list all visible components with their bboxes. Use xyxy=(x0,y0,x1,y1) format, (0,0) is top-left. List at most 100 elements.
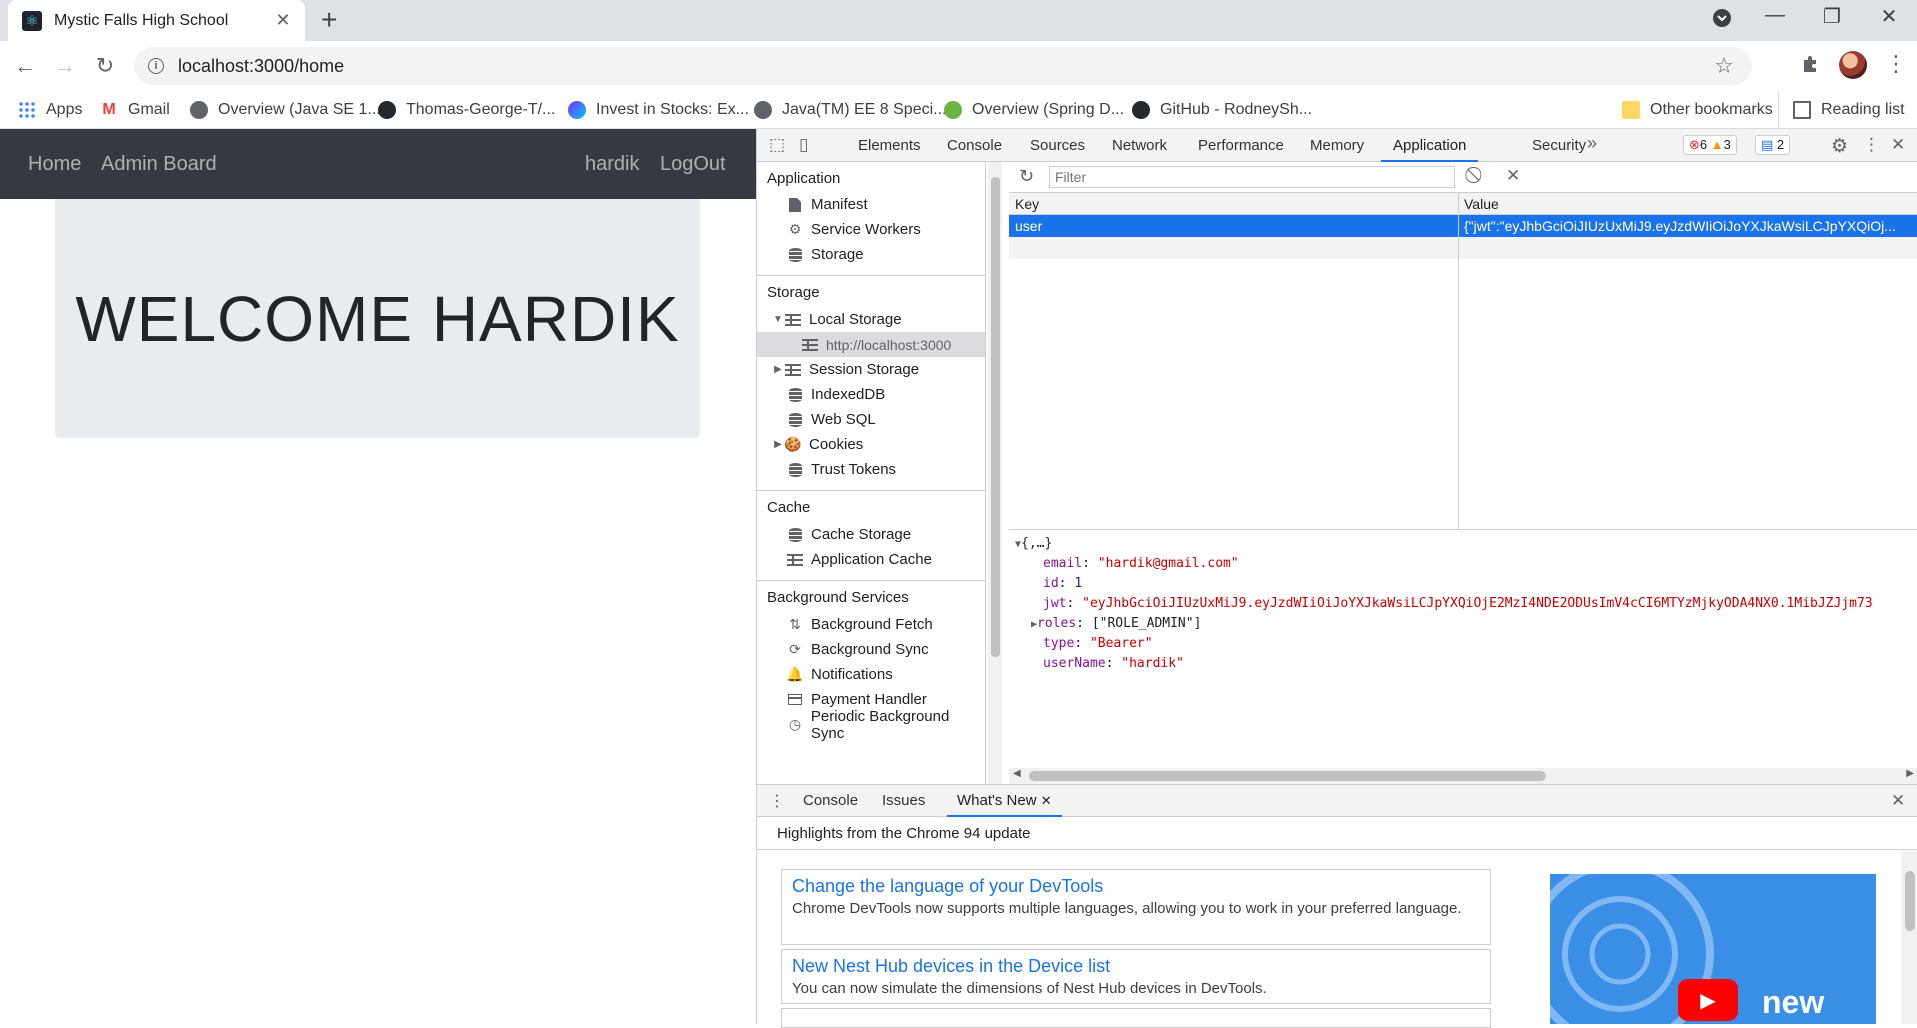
tab-elements[interactable]: Elements xyxy=(858,129,921,162)
video-label: new xyxy=(1762,984,1825,1020)
drawer-tab-whats-new[interactable]: What's New ✕ xyxy=(947,785,1062,817)
sidebar-item-session-storage[interactable]: ▶ Session Storage xyxy=(757,357,985,382)
issues-counter-badge[interactable]: ⊗6 ▲3 xyxy=(1683,135,1737,155)
close-window-button[interactable]: ✕ xyxy=(1869,4,1909,29)
key-column-header[interactable]: Key xyxy=(1015,196,1039,212)
prop-key: jwt xyxy=(1043,596,1067,611)
horizontal-scrollbar[interactable]: ◀ ▶ xyxy=(1009,768,1917,784)
other-bookmarks[interactable]: Other bookmarks xyxy=(1622,91,1773,129)
youtube-play-icon[interactable]: ▶ xyxy=(1678,979,1738,1021)
tab-search-icon[interactable] xyxy=(1702,8,1742,34)
tab-memory[interactable]: Memory xyxy=(1310,129,1364,162)
bookmark-star-icon[interactable]: ☆ xyxy=(1714,53,1734,79)
drawer-tab-issues[interactable]: Issues xyxy=(882,785,925,817)
whats-new-card-partial[interactable] xyxy=(781,1008,1491,1028)
drawer-tab-label: What's New xyxy=(957,792,1037,809)
sidebar-item-storage[interactable]: Storage xyxy=(757,242,985,267)
scrollbar-thumb[interactable] xyxy=(1029,771,1546,781)
scrollbar-thumb[interactable] xyxy=(1905,871,1915,931)
minimize-button[interactable]: — xyxy=(1755,4,1795,27)
sidebar-item-periodic-background-sync[interactable]: ◷ Periodic Background Sync xyxy=(757,708,985,742)
filter-input[interactable] xyxy=(1049,166,1455,188)
card-title[interactable]: New Nest Hub devices in the Device list xyxy=(792,956,1480,977)
bookmark-java-se[interactable]: Overview (Java SE 1... xyxy=(190,91,381,129)
chrome-menu-icon[interactable]: ⋮ xyxy=(1885,51,1907,77)
sidebar-scrollbar[interactable] xyxy=(988,162,1002,784)
more-tabs-chevron-icon[interactable]: » xyxy=(1587,133,1597,154)
nav-user-link[interactable]: hardik xyxy=(585,153,639,176)
whats-new-card[interactable]: Change the language of your DevTools Chr… xyxy=(781,869,1491,945)
reload-button[interactable]: ↻ xyxy=(90,51,120,81)
scroll-left-arrow-icon[interactable]: ◀ xyxy=(1013,768,1021,779)
bookmark-thomas-george[interactable]: Thomas-George-T/... xyxy=(378,91,555,129)
site-info-icon[interactable]: i xyxy=(148,58,164,74)
tab-close-icon[interactable]: ✕ xyxy=(273,10,293,31)
tab-application[interactable]: Application xyxy=(1381,129,1479,162)
tab-security[interactable]: Security xyxy=(1532,129,1586,162)
tab-performance[interactable]: Performance xyxy=(1198,129,1284,162)
scroll-right-arrow-icon[interactable]: ▶ xyxy=(1906,768,1914,779)
refresh-icon[interactable]: ↻ xyxy=(1019,166,1034,187)
inspect-element-icon[interactable]: ⬚ xyxy=(769,135,785,155)
sidebar-item-cookies[interactable]: ▶ 🍪 Cookies xyxy=(757,432,985,457)
delete-selected-icon[interactable]: ✕ xyxy=(1506,166,1520,186)
reading-list[interactable]: Reading list xyxy=(1778,91,1905,129)
drawer-tab-console[interactable]: Console xyxy=(803,785,858,817)
close-tab-icon[interactable]: ✕ xyxy=(1041,793,1052,808)
whats-new-video-thumbnail[interactable]: ▶ new xyxy=(1550,874,1876,1024)
extensions-puzzle-icon[interactable] xyxy=(1800,53,1822,81)
sidebar-item-background-fetch[interactable]: ⇅ Background Fetch xyxy=(757,612,985,637)
sidebar-item-manifest[interactable]: Manifest xyxy=(757,192,985,217)
table-row[interactable]: user {"jwt":"eyJhbGciOiJIUzUxMiJ9.eyJzdW… xyxy=(1009,215,1917,237)
address-bar[interactable]: i localhost:3000/home ☆ xyxy=(134,47,1752,85)
sidebar-item-trust-tokens[interactable]: Trust Tokens xyxy=(757,457,985,482)
sidebar-item-notifications[interactable]: 🔔 Notifications xyxy=(757,662,985,687)
collapsed-triangle-icon[interactable]: ▶ xyxy=(771,364,785,375)
tab-network[interactable]: Network xyxy=(1112,129,1167,162)
sidebar-item-background-sync[interactable]: ⟳ Background Sync xyxy=(757,637,985,662)
bookmark-label: Thomas-George-T/... xyxy=(406,101,556,118)
device-toolbar-icon[interactable]: ▯ xyxy=(799,135,808,155)
new-tab-button[interactable]: + xyxy=(321,6,337,34)
preview-roles[interactable]: ▶roles: ["ROLE_ADMIN"] xyxy=(1031,614,1201,635)
tab-console[interactable]: Console xyxy=(947,129,1002,162)
drawer-menu-icon[interactable]: ⋮ xyxy=(769,791,785,811)
github-icon xyxy=(378,101,396,119)
sidebar-item-service-workers[interactable]: ⚙ Service Workers xyxy=(757,217,985,242)
restore-button[interactable]: ❐ xyxy=(1812,4,1852,29)
sidebar-item-cache-storage[interactable]: Cache Storage xyxy=(757,522,985,547)
devtools-menu-icon[interactable]: ⋮ xyxy=(1863,135,1880,155)
profile-avatar[interactable] xyxy=(1839,51,1867,79)
close-devtools-icon[interactable]: ✕ xyxy=(1891,135,1905,155)
scrollbar-thumb[interactable] xyxy=(991,177,1000,657)
card-title[interactable]: Change the language of your DevTools xyxy=(792,876,1480,897)
collapsed-triangle-icon[interactable]: ▶ xyxy=(771,439,785,450)
sidebar-item-local-storage[interactable]: ▼ Local Storage xyxy=(757,307,985,332)
bookmark-gmail[interactable]: M Gmail xyxy=(100,91,170,129)
bookmark-java-ee[interactable]: Java(TM) EE 8 Speci... xyxy=(754,91,947,129)
bookmark-spring[interactable]: Overview (Spring D... xyxy=(944,91,1124,129)
bookmark-apps[interactable]: Apps xyxy=(18,91,82,129)
nav-home-link[interactable]: Home xyxy=(28,153,81,176)
preview-root[interactable]: ▼{,…} xyxy=(1015,534,1052,555)
nav-logout-link[interactable]: LogOut xyxy=(660,153,726,176)
messages-badge[interactable]: ▤ 2 xyxy=(1755,135,1791,155)
sidebar-item-indexeddb[interactable]: IndexedDB xyxy=(757,382,985,407)
settings-gear-icon[interactable]: ⚙ xyxy=(1831,135,1848,158)
sidebar-item-localhost-3000[interactable]: http://localhost:3000 xyxy=(757,332,985,357)
bookmark-invest[interactable]: Invest in Stocks: Ex... xyxy=(568,91,749,129)
whats-new-card[interactable]: New Nest Hub devices in the Device list … xyxy=(781,949,1491,1004)
nav-admin-board-link[interactable]: Admin Board xyxy=(101,153,217,176)
forward-button[interactable]: → xyxy=(50,51,80,81)
welcome-heading: WELCOME HARDIK xyxy=(75,282,680,355)
close-drawer-icon[interactable]: ✕ xyxy=(1891,791,1905,811)
expanded-triangle-icon[interactable]: ▼ xyxy=(771,314,785,325)
sidebar-item-application-cache[interactable]: Application Cache xyxy=(757,547,985,572)
browser-tab[interactable]: ⚛ Mystic Falls High School ✕ xyxy=(8,0,305,41)
back-button[interactable]: ← xyxy=(10,51,40,81)
tab-sources[interactable]: Sources xyxy=(1030,129,1085,162)
value-column-header[interactable]: Value xyxy=(1464,196,1499,212)
bookmark-github-rodney[interactable]: GitHub - RodneySh... xyxy=(1132,91,1312,129)
sidebar-item-web-sql[interactable]: Web SQL xyxy=(757,407,985,432)
drawer-scrollbar[interactable] xyxy=(1901,851,1917,1024)
